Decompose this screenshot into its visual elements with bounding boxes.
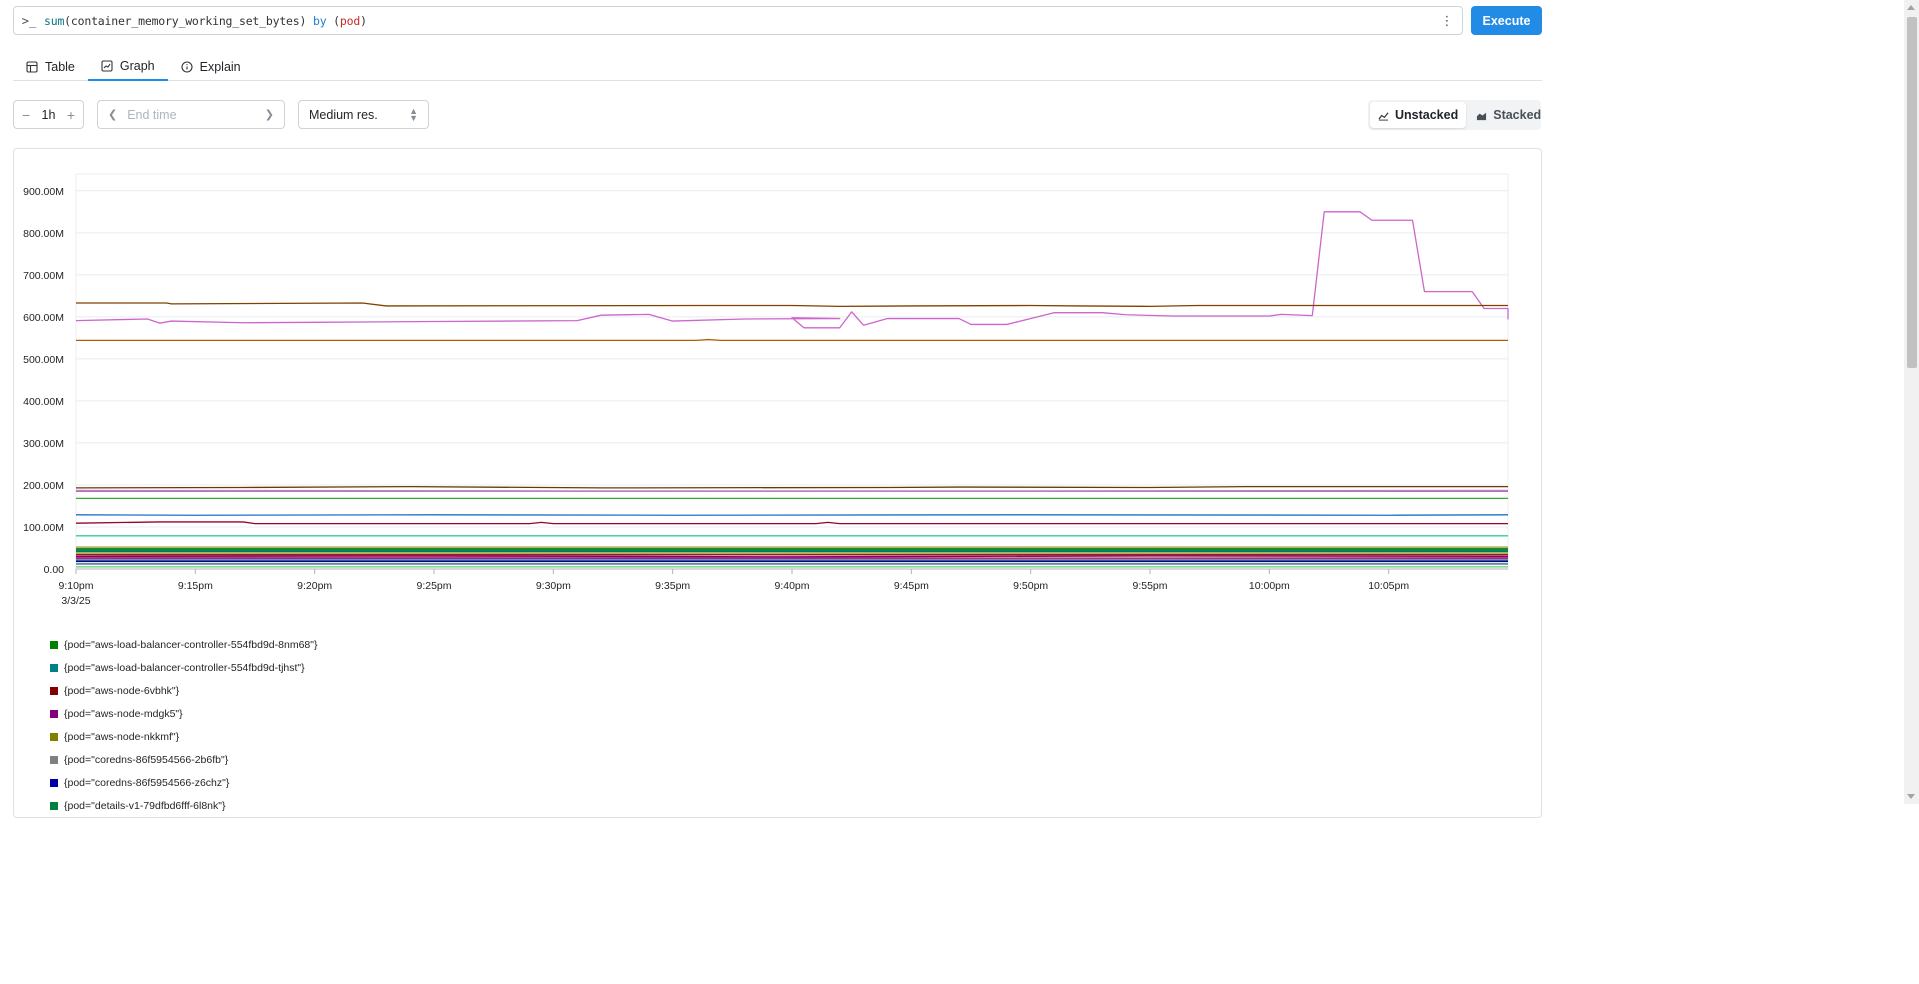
tab-graph-label: Graph (119, 58, 155, 73)
legend-swatch (50, 801, 58, 810)
x-tick-label: 9:25pm (416, 580, 451, 592)
view-tabs: Table Graph Explain (13, 52, 1542, 81)
query-input[interactable]: >_ sum(container_memory_working_set_byte… (13, 6, 1463, 35)
time-series-chart: 0.00 100.00M 200.00M 300.00M 400.00M 500.00M 6… (23, 173, 1509, 607)
legend-label: {pod="aws-node-nkkmf"} (64, 730, 180, 743)
legend-item[interactable]: {pod="aws-load-balancer-controller-554fb… (50, 656, 318, 679)
x-tick-label: 9:35pm (655, 580, 690, 592)
legend-swatch (50, 686, 58, 695)
x-tick-label: 10:00pm (1249, 580, 1290, 592)
x-tick-label: 9:20pm (297, 580, 332, 592)
x-tick-label: 9:40pm (774, 580, 809, 592)
x-date-label: 3/3/25 (61, 595, 90, 607)
legend-item[interactable]: {pod="aws-node-nkkmf"} (50, 725, 318, 748)
legend-item[interactable]: {pod="aws-node-6vbhk"} (50, 679, 318, 702)
chevron-right-icon[interactable]: ❯ (265, 108, 274, 121)
end-time-placeholder: End time (127, 107, 177, 122)
legend-item[interactable]: {pod="aws-node-mdgk5"} (50, 702, 318, 725)
tab-table[interactable]: Table (13, 52, 88, 81)
legend-swatch (50, 732, 58, 741)
prompt-icon: >_ (21, 13, 37, 28)
resolution-select[interactable]: Medium res. ▲ ▼ (298, 100, 429, 129)
tab-graph[interactable]: Graph (87, 52, 168, 81)
x-tick-label: 9:45pm (894, 580, 929, 592)
chart-line-icon (1378, 111, 1389, 121)
x-tick-label: 9:15pm (178, 580, 213, 592)
graph-controls: − 1h + ❮ End time ❯ Medium res. ▲ ▼ (13, 100, 429, 130)
legend-item[interactable]: {pod="aws-load-balancer-controller-554fb… (50, 633, 318, 656)
y-tick-label: 800.00M (23, 228, 64, 240)
dots-vertical-icon[interactable]: ⋮ (1440, 13, 1454, 29)
tab-table-label: Table (45, 59, 75, 74)
legend-swatch (50, 709, 58, 718)
range-input: − 1h + (13, 100, 84, 129)
query-expression[interactable]: sum(container_memory_working_set_bytes) … (44, 14, 367, 28)
scroll-up-icon[interactable] (1907, 5, 1915, 10)
stacked-button[interactable]: Stacked (1468, 102, 1549, 128)
legend-label: {pod="coredns-86f5954566-2b6fb"} (64, 753, 229, 766)
legend-swatch (50, 663, 58, 672)
tab-explain-label: Explain (199, 59, 241, 74)
x-tick-label: 9:50pm (1013, 580, 1048, 592)
scroll-thumb[interactable] (1907, 17, 1917, 368)
y-tick-label: 100.00M (23, 522, 64, 534)
chevron-left-icon[interactable]: ❮ (108, 108, 117, 121)
chart-area-icon (101, 59, 113, 72)
query-by: by (312, 13, 327, 28)
range-increase-button[interactable]: + (67, 107, 75, 123)
x-tick-label: 9:30pm (536, 580, 571, 592)
legend-label: {pod="aws-load-balancer-controller-554fb… (64, 661, 305, 674)
y-tick-label: 300.00M (23, 438, 64, 450)
y-tick-label: 700.00M (23, 270, 64, 282)
page-scrollbar[interactable] (1904, 0, 1919, 804)
y-tick-label: 400.00M (23, 396, 64, 408)
legend-label: {pod="coredns-86f5954566-z6chz"} (64, 776, 230, 789)
y-tick-label: 900.00M (23, 186, 64, 198)
legend-label: {pod="aws-load-balancer-controller-554fb… (64, 638, 318, 651)
range-value[interactable]: 1h (42, 108, 56, 122)
chart-area-stacked-icon (1477, 112, 1487, 120)
info-circle-icon (181, 60, 193, 73)
legend-label: {pod="aws-node-6vbhk"} (64, 684, 180, 697)
y-tick-label: 600.00M (23, 312, 64, 324)
legend-swatch (50, 755, 58, 764)
legend-item[interactable]: {pod="coredns-86f5954566-z6chz"} (50, 771, 318, 794)
x-tick-label: 9:55pm (1132, 580, 1167, 592)
selector-icon: ▲ ▼ (409, 105, 418, 123)
resolution-value: Medium res. (309, 107, 378, 122)
y-tick-label: 0.00 (44, 564, 65, 576)
stacked-label: Stacked (1493, 108, 1542, 122)
x-tick-label: 9:10pm (58, 580, 93, 592)
range-decrease-button[interactable]: − (22, 107, 30, 123)
query-fn: sum (44, 13, 65, 28)
stack-mode-toggle: Unstacked Stacked (1368, 100, 1541, 130)
chart-legend: {pod="aws-load-balancer-controller-554fb… (50, 633, 318, 817)
y-tick-label: 200.00M (23, 480, 64, 492)
legend-label: {pod="aws-node-mdgk5"} (64, 707, 183, 720)
unstacked-button[interactable]: Unstacked (1370, 102, 1467, 128)
end-time-input[interactable]: ❮ End time ❯ (97, 100, 285, 129)
legend-swatch (50, 640, 58, 649)
tab-explain[interactable]: Explain (168, 52, 254, 81)
query-row: >_ sum(container_memory_working_set_byte… (13, 6, 1542, 36)
y-tick-label: 500.00M (23, 354, 64, 366)
execute-button[interactable]: Execute (1471, 6, 1542, 35)
x-tick-label: 10:05pm (1368, 580, 1409, 592)
legend-item[interactable]: {pod="details-v1-79dfbd6fff-6l8nk"} (50, 794, 318, 817)
legend-swatch (50, 778, 58, 787)
query-open-paren: ( (333, 13, 340, 28)
query-arg: (container_memory_working_set_bytes) (64, 13, 307, 28)
scroll-down-icon[interactable] (1907, 794, 1915, 799)
query-label: pod (339, 13, 361, 28)
legend-label: {pod="details-v1-79dfbd6fff-6l8nk"} (64, 799, 226, 812)
legend-item[interactable]: {pod="coredns-86f5954566-2b6fb"} (50, 748, 318, 771)
unstacked-label: Unstacked (1395, 108, 1459, 122)
table-icon (26, 60, 38, 73)
query-close-paren: ) (360, 13, 367, 28)
